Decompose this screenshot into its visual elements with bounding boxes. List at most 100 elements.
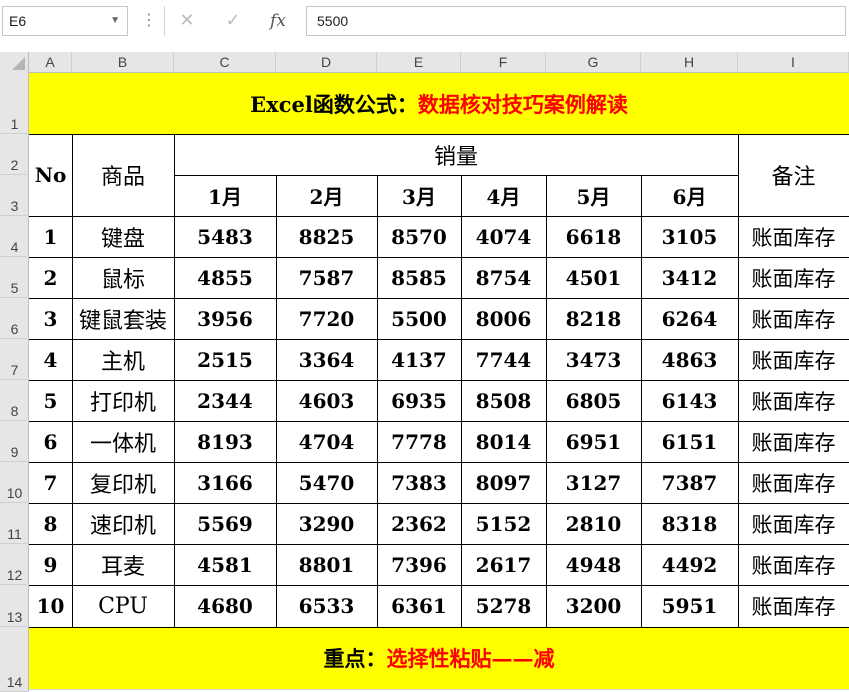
cell-no[interactable]: 3 [29,298,72,339]
cell-no[interactable]: 7 [29,462,72,503]
cell-sales-value[interactable]: 4137 [377,339,461,380]
header-product[interactable]: 商品 [72,134,174,216]
cell-sales-value[interactable]: 7744 [461,339,546,380]
cell-product[interactable]: 主机 [72,339,174,380]
cell-sales-value[interactable]: 3200 [546,585,641,627]
header-sales[interactable]: 销量 [174,134,738,175]
cell-sales-value[interactable]: 8585 [377,257,461,298]
column-header-e[interactable]: E [377,52,461,73]
row-header-3[interactable]: 3 [0,175,29,216]
cell-sales-value[interactable]: 4680 [174,585,276,627]
cell-sales-value[interactable]: 8006 [461,298,546,339]
cell-no[interactable]: 10 [29,585,72,627]
cell-sales-value[interactable]: 5152 [461,503,546,544]
cell-no[interactable]: 6 [29,421,72,462]
cell-sales-value[interactable]: 6533 [276,585,377,627]
cell-sales-value[interactable]: 8825 [276,216,377,257]
cell-no[interactable]: 1 [29,216,72,257]
column-header-f[interactable]: F [461,52,546,73]
cell-note[interactable]: 账面库存 [738,339,849,380]
cell-sales-value[interactable]: 5278 [461,585,546,627]
cell-product[interactable]: 复印机 [72,462,174,503]
row-header-5[interactable]: 5 [0,257,29,298]
cell-sales-value[interactable]: 5483 [174,216,276,257]
cell-product[interactable]: 打印机 [72,380,174,421]
cell-sales-value[interactable]: 7720 [276,298,377,339]
cell-no[interactable]: 9 [29,544,72,585]
cell-note[interactable]: 账面库存 [738,216,849,257]
cell-sales-value[interactable]: 2362 [377,503,461,544]
cell-sales-value[interactable]: 8801 [276,544,377,585]
cell-sales-value[interactable]: 4855 [174,257,276,298]
header-month[interactable]: 3月 [377,175,461,216]
cell-sales-value[interactable]: 6805 [546,380,641,421]
cell-sales-value[interactable]: 4581 [174,544,276,585]
cell-sales-value[interactable]: 8014 [461,421,546,462]
cell-sales-value[interactable]: 4704 [276,421,377,462]
row-header-8[interactable]: 8 [0,380,29,421]
name-box[interactable]: E6 ▼ [2,6,128,36]
column-header-h[interactable]: H [641,52,738,73]
cell-sales-value[interactable]: 5951 [641,585,738,627]
row-header-13[interactable]: 13 [0,585,29,627]
cell-sales-value[interactable]: 4863 [641,339,738,380]
cell-sales-value[interactable]: 6143 [641,380,738,421]
cell-note[interactable]: 账面库存 [738,298,849,339]
cell-no[interactable]: 2 [29,257,72,298]
cell-sales-value[interactable]: 3956 [174,298,276,339]
cell-no[interactable]: 5 [29,380,72,421]
cell-note[interactable]: 账面库存 [738,585,849,627]
row-header-2[interactable]: 2 [0,134,29,175]
cell-note[interactable]: 账面库存 [738,380,849,421]
row-header-9[interactable]: 9 [0,421,29,462]
cell-sales-value[interactable]: 2515 [174,339,276,380]
cell-product[interactable]: 一体机 [72,421,174,462]
cell-note[interactable]: 账面库存 [738,462,849,503]
cell-sales-value[interactable]: 7383 [377,462,461,503]
cell-sales-value[interactable]: 6264 [641,298,738,339]
cell-sales-value[interactable]: 4074 [461,216,546,257]
cell-note[interactable]: 账面库存 [738,421,849,462]
cell-product[interactable]: 速印机 [72,503,174,544]
row-header-12[interactable]: 12 [0,544,29,585]
cancel-icon[interactable]: ✕ [174,8,200,34]
cell-product[interactable]: 耳麦 [72,544,174,585]
cell-sales-value[interactable]: 8193 [174,421,276,462]
cell-sales-value[interactable]: 3127 [546,462,641,503]
cell-sales-value[interactable]: 8754 [461,257,546,298]
column-header-c[interactable]: C [174,52,276,73]
insert-function-icon[interactable]: fx [265,8,291,34]
confirm-icon[interactable]: ✓ [220,8,246,34]
row-header-1[interactable]: 1 [0,73,29,134]
cell-sales-value[interactable]: 2810 [546,503,641,544]
cell-sales-value[interactable]: 4501 [546,257,641,298]
header-month[interactable]: 5月 [546,175,641,216]
cell-sales-value[interactable]: 5500 [377,298,461,339]
cell-sales-value[interactable]: 3473 [546,339,641,380]
row-header-7[interactable]: 7 [0,339,29,380]
more-options-icon[interactable]: ⋮ [141,10,157,29]
column-header-a[interactable]: A [29,52,72,73]
cell-sales-value[interactable]: 4948 [546,544,641,585]
cell-no[interactable]: 8 [29,503,72,544]
header-month[interactable]: 4月 [461,175,546,216]
cell-product[interactable]: 鼠标 [72,257,174,298]
cell-sales-value[interactable]: 2344 [174,380,276,421]
cell-sales-value[interactable]: 3412 [641,257,738,298]
header-month[interactable]: 2月 [276,175,377,216]
row-header-11[interactable]: 11 [0,503,29,544]
cell-note[interactable]: 账面库存 [738,544,849,585]
cell-no[interactable]: 4 [29,339,72,380]
header-month[interactable]: 6月 [641,175,738,216]
cell-sales-value[interactable]: 2617 [461,544,546,585]
chevron-down-icon[interactable]: ▼ [110,7,120,35]
cell-sales-value[interactable]: 3166 [174,462,276,503]
cell-sales-value[interactable]: 7778 [377,421,461,462]
cell-sales-value[interactable]: 7396 [377,544,461,585]
cell-sales-value[interactable]: 3364 [276,339,377,380]
cell-product[interactable]: 键盘 [72,216,174,257]
cell-sales-value[interactable]: 5470 [276,462,377,503]
row-header-14[interactable]: 14 [0,627,29,692]
column-header-b[interactable]: B [72,52,174,73]
cell-note[interactable]: 账面库存 [738,503,849,544]
